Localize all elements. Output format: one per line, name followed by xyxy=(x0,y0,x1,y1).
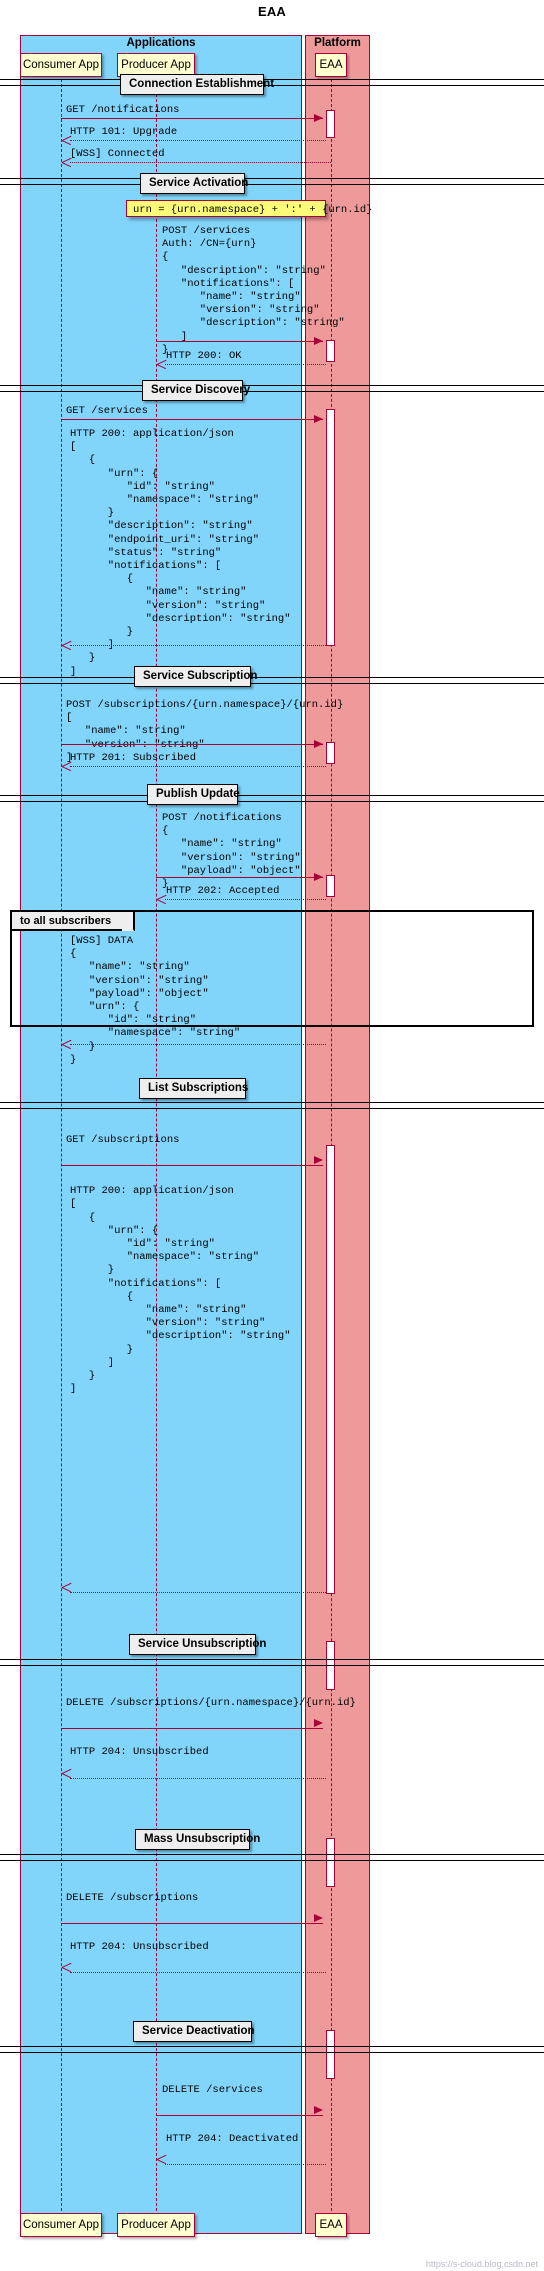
message-arrow xyxy=(70,140,326,141)
arrowhead-left-open-icon xyxy=(157,360,166,369)
arrowhead-right-icon xyxy=(314,1156,323,1165)
divider-line xyxy=(0,178,544,185)
arrowhead-left-open-icon xyxy=(157,2155,166,2164)
message-arrow xyxy=(156,877,323,878)
divider-mass-unsubscription: Mass Unsubscription xyxy=(135,1828,260,1850)
message-arrow xyxy=(70,766,326,767)
message-arrow xyxy=(70,1777,326,1779)
message-label: HTTP 200: application/json [ { "urn": { … xyxy=(70,428,291,678)
message-label: [WSS] Connected xyxy=(70,148,165,160)
arrowhead-left-open-icon xyxy=(62,641,71,650)
message-label: HTTP 201: Subscribed xyxy=(70,752,197,764)
message-arrow xyxy=(61,118,323,119)
message-label: HTTP 101: Upgrade xyxy=(70,126,178,138)
message-arrow xyxy=(70,162,331,163)
message-arrow xyxy=(70,1044,326,1045)
message-label: DELETE /subscriptions xyxy=(66,1891,199,1904)
arrowhead-left-open-icon xyxy=(62,158,71,167)
message-label: POST /notifications { "name": "string" "… xyxy=(162,812,301,891)
page-title: EAA xyxy=(257,4,287,19)
activation-bar xyxy=(326,110,335,138)
arrowhead-left-open-icon xyxy=(62,136,71,145)
divider-line xyxy=(0,677,544,684)
activation-bar xyxy=(326,1837,335,1888)
message-arrow xyxy=(70,645,326,646)
arrowhead-right-icon xyxy=(314,2106,323,2115)
message-arrow xyxy=(70,1592,326,1593)
arrowhead-right-icon xyxy=(314,415,323,423)
participant-consumer-app-bottom[interactable]: Consumer App xyxy=(20,2213,102,2237)
message-label: DELETE /services xyxy=(162,2083,263,2096)
divider-service-activation: Service Activation xyxy=(140,173,248,194)
arrowhead-left-open-icon xyxy=(62,762,71,771)
watermark: https://s-cloud.blog.csdn.net xyxy=(425,2259,538,2269)
arrowhead-left-open-icon xyxy=(62,1583,71,1592)
message-label: [WSS] DATA { "name": "string" "version":… xyxy=(70,935,241,1066)
message-arrow xyxy=(61,744,323,745)
participant-consumer-app-top[interactable]: Consumer App xyxy=(20,53,102,77)
message-arrow xyxy=(165,899,326,900)
message-label: DELETE /subscriptions/{urn.namespace}/{u… xyxy=(66,1697,356,1710)
divider-line xyxy=(0,1853,544,1861)
message-label: HTTP 204: Unsubscribed xyxy=(70,1940,209,1953)
note-urn-definition: urn = {urn.namespace} + ':' + {urn.id} xyxy=(126,200,372,217)
message-arrow xyxy=(61,419,323,420)
message-arrow xyxy=(61,1728,323,1730)
message-label: GET /subscriptions xyxy=(66,1133,180,1146)
divider-line xyxy=(0,795,544,802)
message-label: GET /notifications xyxy=(66,104,180,116)
arrowhead-right-icon xyxy=(314,114,323,122)
divider-service-unsubscription: Service Unsubscription xyxy=(129,1634,266,1656)
divider-publish-update: Publish Update xyxy=(147,784,240,805)
divider-line xyxy=(0,2045,544,2053)
participant-producer-app-bottom[interactable]: Producer App xyxy=(117,2213,195,2237)
message-arrow xyxy=(61,1165,323,1167)
arrowhead-right-icon xyxy=(314,1913,323,1922)
message-arrow xyxy=(165,364,326,365)
divider-line xyxy=(0,1659,544,1667)
divider-service-deactivation: Service Deactivation xyxy=(133,2021,255,2043)
divider-service-discovery: Service Discovery xyxy=(142,380,250,401)
divider-service-subscription: Service Subscription xyxy=(134,666,257,687)
participant-eaa-bottom[interactable]: EAA xyxy=(315,2213,347,2237)
arrowhead-right-icon xyxy=(314,740,323,748)
divider-connection-establishment: Connection Establishment xyxy=(120,74,274,95)
divider-list-subscriptions: List Subscriptions xyxy=(139,1077,248,1099)
sequence-diagram: EAA Applications Platform Consumer App P… xyxy=(0,0,544,2271)
activation-bar xyxy=(326,2030,335,2080)
box-applications-title: Applications xyxy=(126,37,196,49)
message-label: HTTP 200: application/json [ { "urn": { … xyxy=(70,1185,291,1396)
box-platform-title: Platform xyxy=(314,37,361,49)
arrowhead-right-icon xyxy=(314,873,323,881)
message-label: HTTP 204: Unsubscribed xyxy=(70,1746,209,1759)
message-label: HTTP 200: OK xyxy=(166,350,242,362)
activation-bar xyxy=(326,875,335,897)
arrowhead-left-open-icon xyxy=(62,1963,71,1972)
message-arrow xyxy=(156,341,323,342)
message-arrow xyxy=(156,2115,323,2117)
activation-bar xyxy=(326,1144,335,1595)
arrowhead-right-icon xyxy=(314,337,323,345)
message-arrow xyxy=(165,2164,326,2166)
arrowhead-left-open-icon xyxy=(62,1040,71,1049)
message-arrow xyxy=(61,1922,323,1924)
divider-line xyxy=(0,385,544,392)
group-broadcast-label: to all subscribers xyxy=(12,912,136,931)
divider-line xyxy=(0,1102,544,1110)
message-label: HTTP 202: Accepted xyxy=(166,885,280,897)
message-label: HTTP 204: Deactivated xyxy=(166,2132,299,2145)
participant-eaa-top[interactable]: EAA xyxy=(315,53,347,77)
message-arrow xyxy=(70,1972,326,1973)
arrowhead-left-open-icon xyxy=(62,1769,71,1778)
arrowhead-left-open-icon xyxy=(157,895,166,904)
activation-bar xyxy=(326,409,335,646)
message-label: GET /services xyxy=(66,405,148,417)
arrowhead-right-icon xyxy=(314,1719,323,1728)
